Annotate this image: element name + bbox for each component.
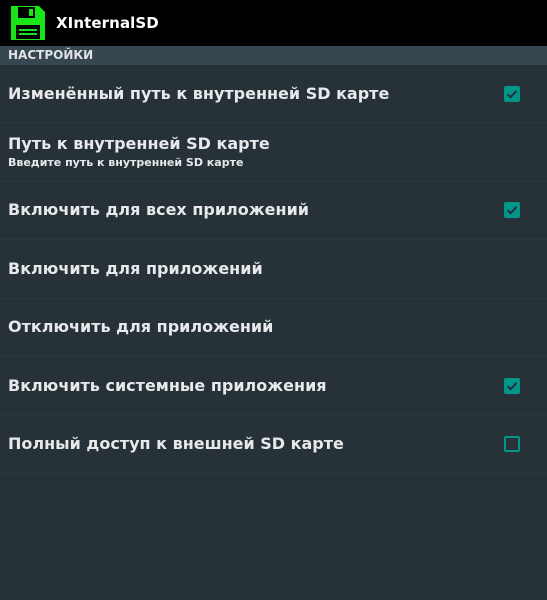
pref-full-external-access[interactable]: Полный доступ к внешней SD карте [0, 415, 547, 474]
checkbox-checked[interactable] [504, 85, 520, 102]
checkmark-icon [506, 206, 518, 216]
checkbox-unchecked[interactable] [504, 436, 520, 453]
pref-enable-for-apps[interactable]: Включить для приложений [0, 240, 547, 299]
pref-custom-internal-path[interactable]: Изменённый путь к внутренней SD карте [0, 65, 547, 124]
preference-title: Включить для приложений [8, 258, 263, 278]
preference-list: Изменённый путь к внутренней SD карте Пут… [0, 65, 547, 474]
preference-title: Изменённый путь к внутренней SD карте [8, 83, 390, 103]
pref-enable-system-apps[interactable]: Включить системные приложения [0, 357, 547, 416]
checkmark-icon [506, 381, 518, 391]
action-bar: XInternalSD [0, 0, 547, 46]
preference-title: Включить системные приложения [8, 375, 327, 395]
preference-summary: Введите путь к внутренней SD карте [8, 156, 244, 170]
checkmark-icon [506, 89, 518, 99]
preference-title: Включить для всех приложений [8, 200, 309, 220]
preference-title: Отключить для приложений [8, 317, 274, 337]
preference-title: Полный доступ к внешней SD карте [8, 434, 344, 454]
app-title: XInternalSD [56, 14, 159, 32]
settings-screen: XInternalSD НАСТРОЙКИ Изменённый путь к … [0, 0, 547, 600]
category-header: НАСТРОЙКИ [0, 46, 547, 65]
pref-enable-all-apps[interactable]: Включить для всех приложений [0, 182, 547, 241]
pref-internal-sd-path[interactable]: Путь к внутренней SD карте Введите путь к… [0, 123, 547, 182]
checkbox-checked[interactable] [504, 377, 520, 394]
pref-disable-for-apps[interactable]: Отключить для приложений [0, 299, 547, 357]
floppy-disk-icon [11, 6, 45, 40]
preference-title: Путь к внутренней SD карте [8, 134, 270, 154]
checkbox-checked[interactable] [504, 202, 520, 219]
